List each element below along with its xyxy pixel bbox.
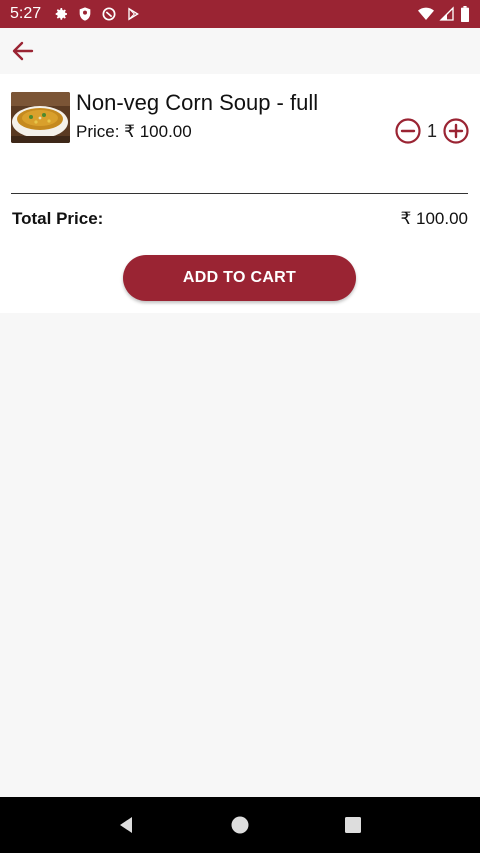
total-row: Total Price: ₹ 100.00 [12, 209, 468, 229]
system-nav-bar [0, 797, 480, 853]
do-not-disturb-icon [102, 7, 116, 21]
status-bar: 5:27 [0, 0, 480, 28]
triangle-back-icon [119, 817, 132, 833]
nav-recents-button[interactable] [341, 813, 365, 837]
back-button[interactable] [10, 38, 36, 64]
total-label: Total Price: [12, 209, 104, 228]
item-image [11, 92, 70, 143]
status-time: 5:27 [10, 5, 42, 22]
status-icons-right [418, 6, 470, 22]
quantity-value: 1 [426, 120, 437, 141]
play-store-icon [128, 7, 140, 21]
plus-circle-icon[interactable] [443, 118, 469, 144]
cart-item-card: Non-veg Corn Soup - full Price: ₹ 100.00… [0, 74, 480, 313]
circle-home-icon [231, 816, 249, 834]
shield-icon [79, 7, 91, 21]
signal-icon [439, 6, 454, 21]
item-price: Price: ₹ 100.00 [76, 122, 192, 141]
battery-icon [461, 6, 469, 22]
total-value: ₹ 100.00 [400, 209, 468, 228]
arrow-left-icon [12, 41, 34, 61]
minus-circle-icon[interactable] [395, 118, 421, 144]
item-row: Non-veg Corn Soup - full Price: ₹ 100.00… [11, 90, 469, 152]
divider [11, 193, 468, 194]
toolbar [0, 28, 480, 74]
add-to-cart-button[interactable]: ADD TO CART [123, 255, 356, 301]
status-icons-left [53, 6, 141, 22]
quantity-stepper: 1 [395, 118, 469, 144]
item-name: Non-veg Corn Soup - full [76, 90, 319, 115]
soup-bowl-image [11, 92, 70, 143]
gear-icon [55, 8, 68, 20]
nav-home-button[interactable] [228, 813, 252, 837]
square-recents-icon [345, 817, 362, 833]
nav-back-button[interactable] [115, 813, 139, 837]
wifi-icon [418, 7, 434, 20]
